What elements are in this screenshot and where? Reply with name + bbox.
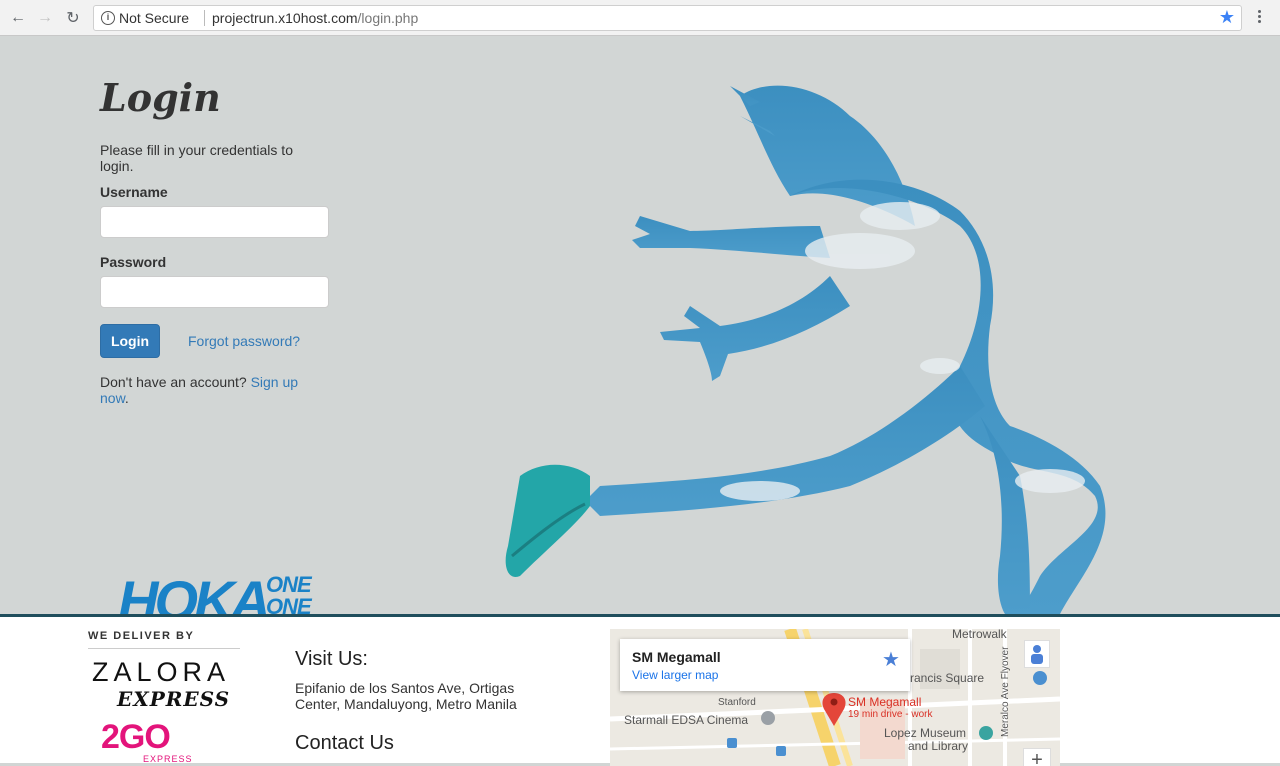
map-pin-label: SM Megamall — [848, 695, 922, 709]
2go-logo: 2GO — [101, 718, 171, 756]
signup-prefix: Don't have an account? — [100, 374, 247, 390]
signup-suffix: . — [124, 390, 129, 406]
url-host: projectrun.x10host.com — [212, 10, 358, 26]
reload-icon[interactable]: ↻ — [63, 8, 83, 28]
map-label-stanford: Stanford — [718, 697, 756, 708]
map-label-francis: rancis Square — [910, 671, 985, 685]
street-view-pegman-icon[interactable] — [1024, 640, 1050, 668]
forward-arrow-icon[interactable]: → — [35, 8, 55, 28]
browser-toolbar: ← → ↻ i Not Secure projectrun.x10host.co… — [0, 0, 1280, 36]
bookmark-star-icon[interactable]: ★ — [1219, 7, 1235, 28]
password-input[interactable] — [100, 276, 329, 308]
map-embed[interactable]: Metrowalk rancis Square Stanford Starmal… — [610, 629, 1060, 766]
svg-text:HOKA: HOKA — [118, 572, 267, 614]
url-text[interactable]: projectrun.x10host.com/login.php — [212, 10, 418, 26]
username-label: Username — [100, 184, 168, 200]
security-label[interactable]: Not Secure — [119, 10, 189, 26]
helper-text: Please fill in your credentials to login… — [100, 142, 293, 174]
info-icon[interactable]: i — [101, 11, 115, 25]
map-label-library: and Library — [908, 739, 969, 753]
url-path: /login.php — [357, 10, 419, 26]
map-drive-time: 19 min drive - work — [848, 709, 933, 720]
back-arrow-icon[interactable]: ← — [8, 8, 28, 28]
address-bar[interactable]: i Not Secure projectrun.x10host.com/logi… — [93, 5, 1242, 31]
zalora-express-logo: EXPRESS — [117, 687, 231, 711]
divider — [88, 648, 240, 649]
separator — [204, 10, 205, 26]
view-larger-map-link[interactable]: View larger map — [632, 668, 718, 682]
menu-dots-icon[interactable] — [1258, 8, 1262, 28]
map-info-card: SM Megamall View larger map ★ — [620, 639, 910, 691]
map-label-starmall: Starmall EDSA Cinema — [624, 713, 749, 727]
signup-line: Don't have an account? Sign up now. — [100, 374, 320, 406]
login-button[interactable]: Login — [100, 324, 160, 358]
username-input[interactable] — [100, 206, 329, 238]
forgot-password-link[interactable]: Forgot password? — [188, 333, 300, 349]
deliver-label: WE DELIVER BY — [88, 630, 195, 642]
zoom-in-button[interactable]: + — [1023, 748, 1051, 766]
map-place-name: SM Megamall — [632, 649, 721, 665]
contact-title: Contact Us — [295, 732, 394, 754]
address-text: Epifanio de los Santos Ave, Ortigas Cent… — [295, 680, 517, 712]
map-label-lopez: Lopez Museum — [884, 726, 967, 740]
hoka-logo: HOKA ONE ONE — [118, 572, 314, 614]
visit-title: Visit Us: — [295, 648, 368, 670]
save-star-icon[interactable]: ★ — [882, 647, 900, 672]
page-title: Login — [100, 75, 221, 120]
map-label-meralco: Meralco Ave Flyover — [1000, 646, 1011, 737]
hero-section: Login Please fill in your credentials to… — [0, 36, 1280, 614]
password-label: Password — [100, 254, 167, 270]
form-actions: Login Forgot password? — [100, 324, 340, 358]
map-label-metrowalk: Metrowalk — [952, 629, 1007, 641]
footer: WE DELIVER BY ZALORA EXPRESS 2GO EXPRESS… — [0, 614, 1280, 766]
login-panel: Login Please fill in your credentials to… — [100, 76, 340, 406]
svg-text:ONE: ONE — [266, 594, 313, 614]
zalora-logo: ZALORA — [92, 657, 231, 687]
